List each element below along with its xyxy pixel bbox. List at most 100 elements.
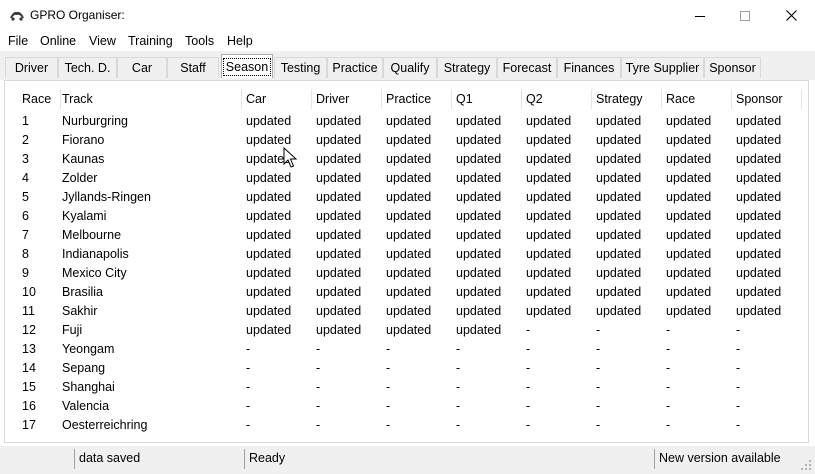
- cell-driver: updated: [316, 152, 362, 166]
- cell-q1: updated: [456, 285, 502, 299]
- cell-practice: -: [386, 342, 391, 356]
- table-row[interactable]: 15 Shanghai - - - - - - - -: [5, 378, 808, 397]
- table-row[interactable]: 13 Yeongam - - - - - - - -: [5, 340, 808, 359]
- cell-sponsor: -: [736, 380, 741, 394]
- cell-track: Zolder: [62, 171, 98, 185]
- menu-help[interactable]: Help: [227, 34, 253, 48]
- tab-qualify[interactable]: Qualify: [383, 57, 437, 78]
- cell-practice: updated: [386, 266, 432, 280]
- menu-view[interactable]: View: [89, 34, 116, 48]
- cell-sponsor: updated: [736, 152, 782, 166]
- menu-tools[interactable]: Tools: [185, 34, 214, 48]
- tab-label: Sponsor: [709, 61, 756, 75]
- cell-strategy: updated: [596, 152, 642, 166]
- cell-q2: -: [526, 361, 531, 375]
- table-row[interactable]: 1 Nurburgring updated updated updated updated…: [5, 112, 808, 131]
- table-row[interactable]: 3 Kaunas updated updated updated updated updat…: [5, 150, 808, 169]
- column-header-track[interactable]: Track: [58, 89, 242, 109]
- maximize-button[interactable]: [722, 0, 768, 31]
- tab-practice[interactable]: Practice: [327, 57, 383, 78]
- column-header-strategy[interactable]: Strategy: [592, 89, 662, 109]
- cell-race-number: 7: [22, 228, 29, 242]
- tab-label: Tyre Supplier: [625, 61, 700, 75]
- cell-practice: updated: [386, 152, 432, 166]
- cell-q2: -: [526, 323, 531, 337]
- column-header-race-result[interactable]: Race: [662, 89, 732, 109]
- table-row[interactable]: 17 Oesterreichring - - - - - - - -: [5, 416, 808, 435]
- tab-car[interactable]: Car: [117, 57, 167, 78]
- table-row[interactable]: 10 Brasilia updated updated updated updated up…: [5, 283, 808, 302]
- cell-track: Indianapolis: [62, 247, 129, 261]
- column-header-sponsor[interactable]: Sponsor: [732, 89, 802, 109]
- cell-car: -: [246, 342, 251, 356]
- table-row[interactable]: 16 Valencia - - - - - - - -: [5, 397, 808, 416]
- mouse-cursor-icon: [283, 147, 297, 168]
- cell-strategy: -: [596, 342, 601, 356]
- cell-race-number: 14: [22, 361, 36, 375]
- menu-file[interactable]: File: [8, 34, 28, 48]
- cell-driver: updated: [316, 190, 362, 204]
- cell-q2: updated: [526, 304, 572, 318]
- cell-track: Mexico City: [62, 266, 127, 280]
- cell-driver: updated: [316, 228, 362, 242]
- tab-label: Testing: [280, 61, 321, 75]
- tab-tech-d[interactable]: Tech. D.: [58, 57, 117, 78]
- cell-strategy: -: [596, 323, 601, 337]
- tab-staff[interactable]: Staff: [167, 57, 219, 78]
- table-row[interactable]: 12 Fuji updated updated updated updated - - - -: [5, 321, 808, 340]
- cell-race-number: 4: [22, 171, 29, 185]
- tab-sponsor[interactable]: Sponsor: [704, 57, 761, 78]
- tab-season[interactable]: Season: [221, 54, 273, 78]
- close-button[interactable]: [768, 0, 814, 31]
- cell-sponsor: updated: [736, 190, 782, 204]
- app-icon: [10, 11, 24, 21]
- cell-q1: updated: [456, 247, 502, 261]
- cell-q2: -: [526, 342, 531, 356]
- cell-q1: updated: [456, 114, 502, 128]
- minimize-button[interactable]: [677, 0, 723, 31]
- cell-practice: updated: [386, 171, 432, 185]
- column-header-practice[interactable]: Practice: [382, 89, 452, 109]
- cell-race-number: 17: [22, 418, 36, 432]
- cell-q2: updated: [526, 209, 572, 223]
- table-row[interactable]: 6 Kyalami updated updated updated updated upda…: [5, 207, 808, 226]
- table-row[interactable]: 14 Sepang - - - - - - - -: [5, 359, 808, 378]
- cell-car: updated: [246, 323, 292, 337]
- table-row[interactable]: 4 Zolder updated updated updated updated updat…: [5, 169, 808, 188]
- column-header-q2[interactable]: Q2: [522, 89, 592, 109]
- table-row[interactable]: 9 Mexico City updated updated updated updated…: [5, 264, 808, 283]
- menu-bar: File Online View Training Tools Help: [0, 31, 815, 51]
- cell-car: updated: [246, 190, 292, 204]
- window-title: GPRO Organiser:: [30, 8, 125, 22]
- tab-testing[interactable]: Testing: [274, 57, 327, 78]
- cell-race-result: -: [666, 418, 671, 432]
- cell-car: updated: [246, 247, 292, 261]
- cell-q2: updated: [526, 247, 572, 261]
- tab-driver[interactable]: Driver: [5, 57, 58, 78]
- cell-race-result: -: [666, 361, 671, 375]
- column-header-driver[interactable]: Driver: [312, 89, 382, 109]
- column-header-car[interactable]: Car: [242, 89, 312, 109]
- cell-strategy: updated: [596, 304, 642, 318]
- column-header-q1[interactable]: Q1: [452, 89, 522, 109]
- cell-race-result: updated: [666, 209, 712, 223]
- tab-tyre-supplier[interactable]: Tyre Supplier: [621, 57, 704, 78]
- cell-race-result: updated: [666, 133, 712, 147]
- tab-strategy[interactable]: Strategy: [437, 57, 497, 78]
- cell-race-number: 6: [22, 209, 29, 223]
- resize-grip-icon[interactable]: [800, 459, 812, 471]
- tab-forecast[interactable]: Forecast: [497, 57, 557, 78]
- table-row[interactable]: 2 Fiorano updated updated updated updated upda…: [5, 131, 808, 150]
- table-row[interactable]: 7 Melbourne updated updated updated updated up…: [5, 226, 808, 245]
- cell-track: Valencia: [62, 399, 110, 413]
- cell-sponsor: updated: [736, 285, 782, 299]
- menu-online[interactable]: Online: [40, 34, 76, 48]
- cell-race-number: 2: [22, 133, 29, 147]
- column-header-race[interactable]: Race: [18, 89, 61, 109]
- tab-finances[interactable]: Finances: [557, 57, 621, 78]
- cell-track: Sepang: [62, 361, 106, 375]
- menu-training[interactable]: Training: [128, 34, 173, 48]
- table-row[interactable]: 5 Jyllands-Ringen updated updated updated upd…: [5, 188, 808, 207]
- table-row[interactable]: 8 Indianapolis updated updated updated update…: [5, 245, 808, 264]
- table-row[interactable]: 11 Sakhir updated updated updated updated upda…: [5, 302, 808, 321]
